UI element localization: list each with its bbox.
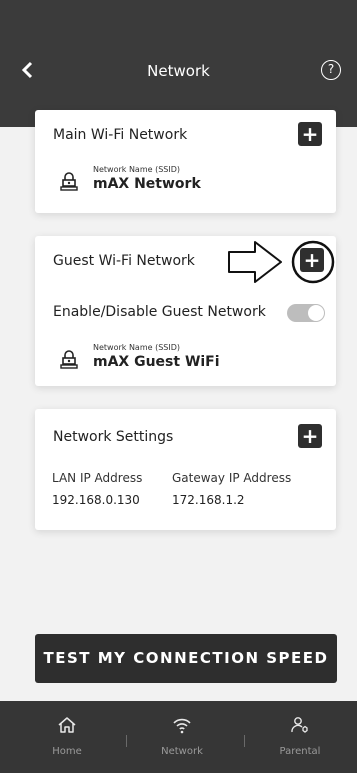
- tab-divider: [126, 735, 127, 747]
- toggle-knob: [308, 305, 324, 321]
- network-settings-card: Network Settings + LAN IP Address 192.16…: [35, 409, 336, 530]
- lan-ip-value: 192.168.0.130: [52, 493, 140, 507]
- tab-home[interactable]: Home: [35, 701, 99, 773]
- network-settings-title: Network Settings: [53, 429, 174, 445]
- add-main-wifi-button[interactable]: +: [298, 122, 322, 146]
- guest-network-toggle[interactable]: [287, 304, 325, 322]
- gateway-ip-label: Gateway IP Address: [172, 471, 292, 485]
- tab-parental-label: Parental: [279, 746, 321, 757]
- ssid-label: Network Name (SSID): [93, 343, 181, 352]
- main-wifi-title: Main Wi-Fi Network: [53, 127, 188, 143]
- tab-network[interactable]: Network: [150, 701, 214, 773]
- guest-wifi-title: Guest Wi-Fi Network: [53, 253, 195, 269]
- ssid-value: mAX Guest WiFi: [93, 354, 220, 370]
- ssid-value: mAX Network: [93, 176, 201, 192]
- plus-icon: +: [301, 122, 319, 146]
- annotation-arrow-icon: [228, 240, 335, 284]
- help-button[interactable]: ?: [321, 60, 341, 80]
- app-header: Network ?: [0, 0, 357, 127]
- help-circle-icon: ?: [327, 62, 335, 76]
- gateway-ip-value: 172.168.1.2: [172, 493, 245, 507]
- router-lock-icon: [60, 172, 78, 191]
- add-network-settings-button[interactable]: +: [298, 424, 322, 448]
- test-connection-speed-button[interactable]: TEST MY CONNECTION SPEED: [35, 634, 337, 683]
- ssid-label: Network Name (SSID): [93, 165, 181, 174]
- guest-toggle-label: Enable/Disable Guest Network: [53, 304, 266, 320]
- parental-icon: [291, 717, 308, 733]
- main-wifi-card: Main Wi-Fi Network + Network Name (SSID)…: [35, 110, 336, 213]
- home-icon: [58, 717, 76, 733]
- tab-divider: [244, 735, 245, 747]
- router-lock-icon: [60, 350, 78, 369]
- tab-network-label: Network: [161, 746, 203, 757]
- lan-ip-label: LAN IP Address: [52, 471, 143, 485]
- wifi-icon: [173, 718, 191, 734]
- bottom-tab-bar: Home Network Parental: [0, 701, 357, 773]
- plus-icon: +: [301, 424, 319, 448]
- page-title: Network: [147, 62, 210, 80]
- tab-home-label: Home: [52, 746, 82, 757]
- tab-parental[interactable]: Parental: [268, 701, 332, 773]
